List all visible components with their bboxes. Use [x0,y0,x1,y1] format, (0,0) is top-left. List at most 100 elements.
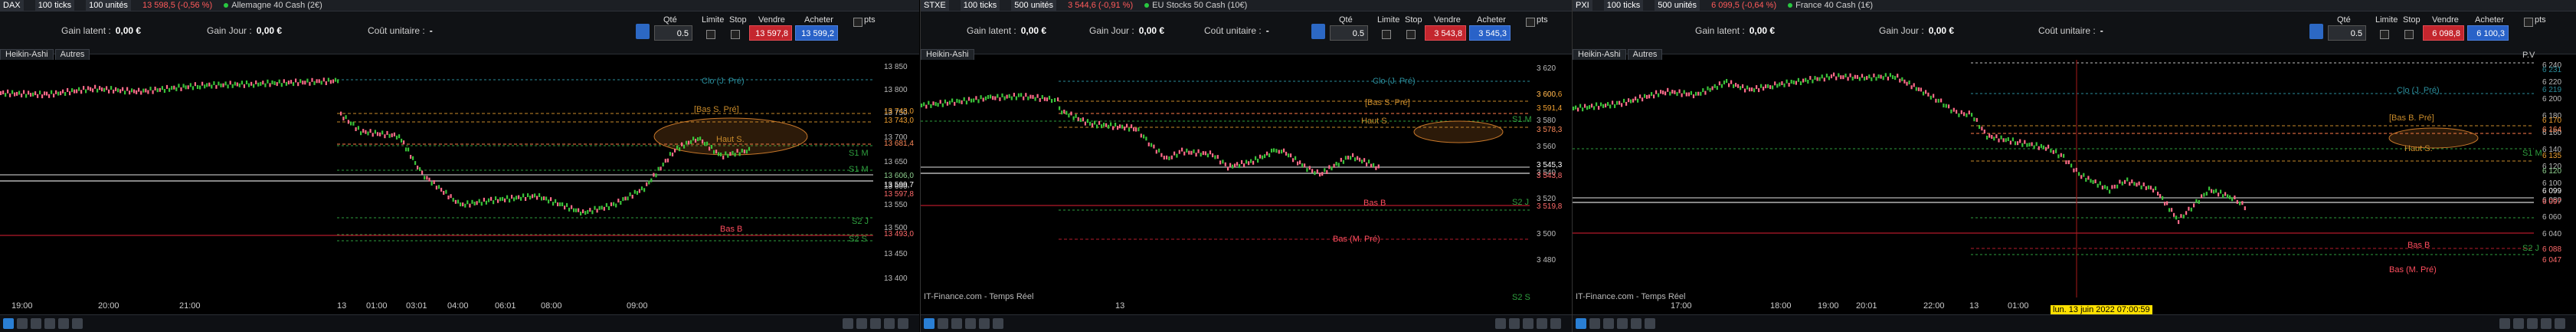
candle [1728,83,1730,87]
quantity-field[interactable]: 0.5 [2328,25,2366,41]
y-tick: 13 850 [884,63,908,71]
zoom-out-icon[interactable] [856,318,867,329]
quantity-field[interactable]: 0.5 [654,25,692,41]
pts-checkbox[interactable] [853,18,862,27]
zoom-out-icon[interactable] [1509,318,1520,329]
instrument-selector[interactable]: PXI [1573,0,1592,11]
settings-icon[interactable] [1550,318,1561,329]
candle [499,197,502,202]
channel-tool-icon[interactable] [1603,318,1614,329]
sell-button[interactable]: 3 543,8 [1425,25,1466,41]
candle [1089,121,1092,126]
cursor-tool-icon[interactable] [3,318,14,329]
limite-checkbox[interactable] [706,30,715,39]
stop-label: Stop [1405,15,1422,25]
text-tool-icon[interactable] [993,318,1003,329]
zoom-in-icon[interactable] [2499,318,2510,329]
text-tool-icon[interactable] [72,318,83,329]
rectangle-tool-icon[interactable] [979,318,990,329]
candle [67,87,69,92]
scroll-right-icon[interactable] [884,318,895,329]
y-tick: 3 500 [1537,230,1556,238]
candle [318,79,320,84]
buy-button[interactable]: 13 599,2 [795,25,838,41]
stop-checkbox[interactable] [1406,30,1416,39]
ticks-selector[interactable]: 100 ticks [1603,0,1644,11]
price-chart[interactable] [1573,60,2534,297]
settings-icon[interactable] [2555,318,2565,329]
scroll-right-icon[interactable] [2541,318,2551,329]
candle [1835,76,1838,81]
fibonacci-tool-icon[interactable] [1617,318,1628,329]
price-chart[interactable] [0,60,873,297]
sell-button[interactable]: 13 597,8 [749,25,792,41]
pts-checkbox[interactable] [2524,18,2533,27]
buy-button[interactable]: 3 545,3 [1469,25,1511,41]
instrument-selector[interactable]: STXE [921,0,949,11]
cursor-tool-icon[interactable] [924,318,934,329]
sell-button[interactable]: 6 098,8 [2423,25,2464,41]
tab-autres[interactable]: Autres [1627,49,1663,60]
candle [603,206,605,211]
gain-latent: Gain latent :0,00 € [1695,25,1776,36]
candle [958,99,961,104]
candle [1658,93,1660,97]
candle [1128,127,1131,132]
stop-checkbox[interactable] [731,30,740,39]
scroll-right-icon[interactable] [1537,318,1547,329]
line-tool-icon[interactable] [1589,318,1600,329]
candle [1979,125,1981,130]
candle [191,86,194,90]
pts-checkbox[interactable] [1526,18,1535,27]
candle [280,83,283,87]
candle [720,153,722,156]
line-tool-icon[interactable] [938,318,948,329]
stop-checkbox[interactable] [2404,30,2414,39]
rectangle-tool-icon[interactable] [58,318,69,329]
channel-tool-icon[interactable] [31,318,41,329]
zoom-in-icon[interactable] [843,318,853,329]
calculator-icon[interactable] [636,24,650,39]
limite-checkbox[interactable] [1382,30,1391,39]
quantity-field[interactable]: 0.5 [1330,25,1368,41]
limite-checkbox[interactable] [2380,30,2389,39]
candle [1337,163,1340,167]
buy-button[interactable]: 6 100,3 [2467,25,2509,41]
fibonacci-tool-icon[interactable] [965,318,976,329]
zoom-in-icon[interactable] [1495,318,1506,329]
candle [631,195,633,199]
ticks-selector[interactable]: 100 ticks [34,0,75,11]
fibonacci-tool-icon[interactable] [44,318,55,329]
candle [552,202,555,206]
price-chart[interactable] [921,60,1530,297]
ticks-selector[interactable]: 100 ticks [960,0,1000,11]
calculator-icon[interactable] [1311,24,1325,39]
candle [1915,87,1917,91]
chart-background [921,60,1530,297]
line-tool-icon[interactable] [17,318,28,329]
tab-autres[interactable]: Autres [54,49,90,60]
units-selector[interactable]: 500 unités [1011,0,1057,11]
scroll-left-icon[interactable] [2527,318,2538,329]
rectangle-tool-icon[interactable] [1631,318,1642,329]
candle [1321,172,1324,176]
channel-tool-icon[interactable] [951,318,962,329]
units-selector[interactable]: 100 unités [86,0,131,11]
candle [640,186,643,191]
calculator-icon[interactable] [2309,24,2323,39]
candle [662,163,664,167]
tab-heikin-ashi[interactable]: Heikin-Ashi [1573,49,1626,60]
settings-icon[interactable] [898,318,908,329]
instrument-selector[interactable]: DAX [0,0,24,11]
tab-heikin-ashi[interactable]: Heikin-Ashi [0,49,54,60]
text-tool-icon[interactable] [1645,318,1655,329]
zoom-out-icon[interactable] [2513,318,2524,329]
scroll-left-icon[interactable] [870,318,881,329]
candle [1958,113,1960,117]
tab-heikin-ashi[interactable]: Heikin-Ashi [921,49,974,60]
units-selector[interactable]: 500 unités [1655,0,1700,11]
cursor-tool-icon[interactable] [1576,318,1586,329]
candle [147,90,149,94]
scroll-left-icon[interactable] [1523,318,1533,329]
candle [1266,151,1268,156]
